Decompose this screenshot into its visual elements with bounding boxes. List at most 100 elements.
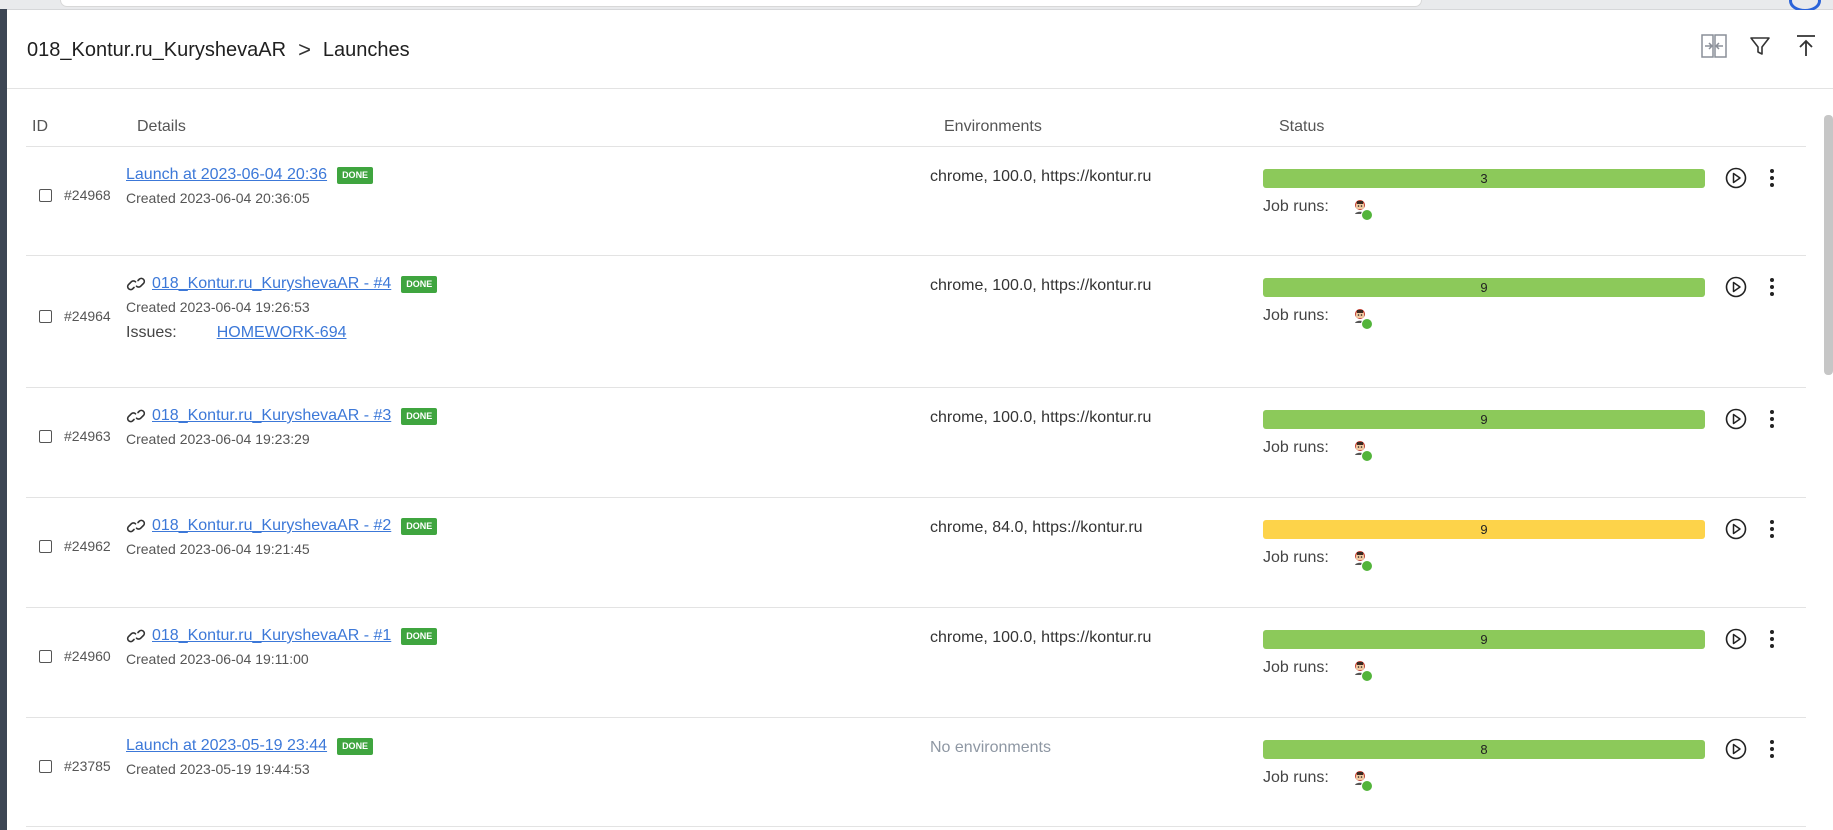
issue-link[interactable]: HOMEWORK-694: [217, 324, 347, 342]
column-details[interactable]: Details: [137, 118, 186, 136]
breadcrumb-project[interactable]: 018_Kontur.ru_KuryshevaAR: [27, 39, 286, 62]
status-bar[interactable]: 9: [1263, 278, 1705, 297]
status-bar[interactable]: 9: [1263, 630, 1705, 649]
table-row: #24964 018_Kontur.ru_KuryshevaAR - #4 DO…: [26, 256, 1806, 388]
launch-issues: Issues: HOMEWORK-694: [126, 324, 437, 342]
compare-icon[interactable]: [1701, 32, 1727, 60]
job-status-dot: [1360, 318, 1373, 330]
job-runner-avatar[interactable]: [1351, 307, 1373, 330]
play-icon[interactable]: [1725, 628, 1747, 650]
more-options-icon[interactable]: [1768, 628, 1776, 650]
link-icon: [126, 519, 146, 533]
job-runner-avatar[interactable]: [1351, 439, 1373, 462]
launch-created: Created 2023-06-04 19:23:29: [126, 431, 310, 447]
filter-icon[interactable]: [1747, 32, 1773, 60]
status-bar[interactable]: 9: [1263, 410, 1705, 429]
upload-icon[interactable]: [1793, 32, 1819, 60]
scrollbar[interactable]: [1824, 115, 1833, 375]
launch-title-link[interactable]: 018_Kontur.ru_KuryshevaAR - #4: [152, 275, 391, 293]
more-options-icon[interactable]: [1768, 738, 1776, 760]
launch-title-link[interactable]: 018_Kontur.ru_KuryshevaAR - #1: [152, 627, 391, 645]
launch-title-link[interactable]: Launch at 2023-05-19 23:44: [126, 737, 327, 755]
launch-id: #24963: [64, 428, 111, 444]
column-status[interactable]: Status: [1279, 118, 1324, 136]
status-badge: DONE: [337, 737, 374, 755]
job-runs: Job runs:: [1263, 198, 1373, 221]
launch-details: Launch at 2023-05-19 23:44 DONE Created …: [126, 737, 374, 777]
launch-environment: chrome, 100.0, https://kontur.ru: [930, 409, 1152, 426]
job-runner-avatar[interactable]: [1351, 769, 1373, 792]
play-icon[interactable]: [1725, 518, 1747, 540]
row-checkbox[interactable]: [39, 650, 52, 663]
browser-bar: [60, 0, 1422, 7]
row-checkbox[interactable]: [39, 430, 52, 443]
table-row: #24960 018_Kontur.ru_KuryshevaAR - #1 DO…: [26, 608, 1806, 718]
job-runner-avatar[interactable]: [1351, 659, 1373, 682]
table-row: #23785 Launch at 2023-05-19 23:44 DONE C…: [26, 718, 1806, 827]
left-sidebar-strip: [0, 9, 7, 830]
launch-title-link[interactable]: Launch at 2023-06-04 20:36: [126, 166, 327, 184]
launch-created: Created 2023-05-19 19:44:53: [126, 761, 310, 777]
status-badge: DONE: [401, 275, 438, 293]
status-badge: DONE: [337, 166, 374, 184]
more-options-icon[interactable]: [1768, 408, 1776, 430]
play-icon[interactable]: [1725, 738, 1747, 760]
job-runs-label: Job runs:: [1263, 659, 1329, 676]
link-icon: [126, 277, 146, 291]
launch-details: 018_Kontur.ru_KuryshevaAR - #1 DONE Crea…: [126, 627, 438, 667]
job-runs: Job runs:: [1263, 769, 1373, 792]
launch-created: Created 2023-06-04 19:26:53: [126, 299, 310, 315]
launch-environment: chrome, 100.0, https://kontur.ru: [930, 629, 1152, 646]
table-row: #24968 Launch at 2023-06-04 20:36 DONE C…: [26, 147, 1806, 256]
launch-created: Created 2023-06-04 19:21:45: [126, 541, 310, 557]
column-id[interactable]: ID: [32, 118, 48, 136]
launch-title-link[interactable]: 018_Kontur.ru_KuryshevaAR - #3: [152, 407, 391, 425]
launch-title-link[interactable]: 018_Kontur.ru_KuryshevaAR - #2: [152, 517, 391, 535]
status-bar[interactable]: 9: [1263, 520, 1705, 539]
row-checkbox[interactable]: [39, 189, 52, 202]
launch-id: #24960: [64, 648, 111, 664]
launch-details: 018_Kontur.ru_KuryshevaAR - #2 DONE Crea…: [126, 517, 438, 557]
launch-details: 018_Kontur.ru_KuryshevaAR - #3 DONE Crea…: [126, 407, 438, 447]
more-options-icon[interactable]: [1768, 518, 1776, 540]
play-icon[interactable]: [1725, 167, 1747, 189]
job-runs-label: Job runs:: [1263, 549, 1329, 566]
launch-environment: No environments: [930, 739, 1051, 756]
play-icon[interactable]: [1725, 276, 1747, 298]
launch-id: #23785: [64, 758, 111, 774]
launch-environment: chrome, 100.0, https://kontur.ru: [930, 168, 1152, 185]
job-status-dot: [1360, 670, 1373, 682]
page-header: 018_Kontur.ru_KuryshevaAR > Launches: [7, 10, 1833, 89]
launch-id: #24968: [64, 187, 111, 203]
job-runs-label: Job runs:: [1263, 198, 1329, 215]
job-runner-avatar[interactable]: [1351, 198, 1373, 221]
status-bar[interactable]: 3: [1263, 169, 1705, 188]
launch-environment: chrome, 100.0, https://kontur.ru: [930, 277, 1152, 294]
job-runs: Job runs:: [1263, 659, 1373, 682]
job-status-dot: [1360, 560, 1373, 572]
status-badge: DONE: [401, 407, 438, 425]
launch-details: Launch at 2023-06-04 20:36 DONE Created …: [126, 166, 374, 206]
job-runs: Job runs:: [1263, 307, 1373, 330]
launch-id: #24962: [64, 538, 111, 554]
browser-top-strip: [0, 0, 1833, 12]
row-checkbox[interactable]: [39, 760, 52, 773]
play-icon[interactable]: [1725, 408, 1747, 430]
job-runs-label: Job runs:: [1263, 307, 1329, 324]
column-environments[interactable]: Environments: [944, 118, 1042, 136]
status-badge: DONE: [401, 517, 438, 535]
job-status-dot: [1360, 780, 1373, 792]
row-checkbox[interactable]: [39, 540, 52, 553]
launches-table: ID Details Environments Status #24968 La…: [26, 110, 1806, 827]
more-options-icon[interactable]: [1768, 276, 1776, 298]
job-runner-avatar[interactable]: [1351, 549, 1373, 572]
row-checkbox[interactable]: [39, 310, 52, 323]
status-bar[interactable]: 8: [1263, 740, 1705, 759]
job-runs: Job runs:: [1263, 439, 1373, 462]
more-options-icon[interactable]: [1768, 167, 1776, 189]
status-badge: DONE: [401, 627, 438, 645]
page-title: Launches: [322, 38, 410, 61]
breadcrumb: 018_Kontur.ru_KuryshevaAR > Launches: [27, 37, 410, 63]
launch-environment: chrome, 84.0, https://kontur.ru: [930, 519, 1143, 536]
table-row: #24963 018_Kontur.ru_KuryshevaAR - #3 DO…: [26, 388, 1806, 498]
